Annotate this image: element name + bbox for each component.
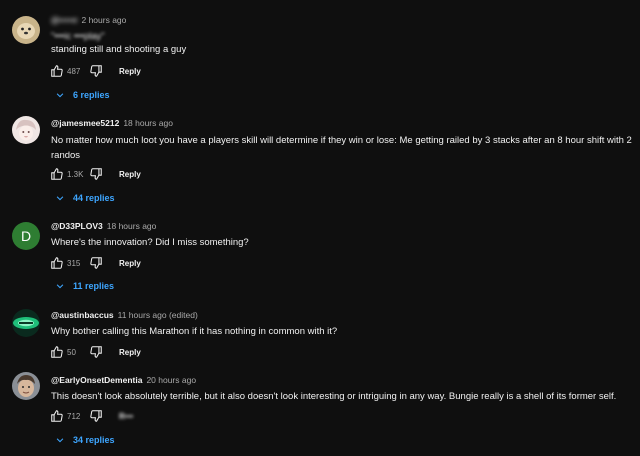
view-replies-button[interactable]: 6 replies [55, 88, 110, 102]
comment-author[interactable]: @D33PLOV3 [51, 221, 103, 231]
replies-count: 6 replies [73, 90, 110, 100]
comment-actions: 50 Reply [50, 345, 141, 359]
reply-button[interactable]: Reply [119, 259, 141, 268]
view-replies-button[interactable]: 11 replies [55, 279, 114, 293]
thumbs-up-icon[interactable] [50, 345, 64, 359]
avatar[interactable] [12, 372, 40, 400]
comment-timestamp[interactable]: 18 hours ago [123, 118, 173, 128]
comment-header: @austinbaccus 11 hours ago (edited) [51, 310, 198, 321]
thumbs-down-icon[interactable] [89, 409, 103, 423]
comment-header: @EarlyOnsetDementia 20 hours ago [51, 375, 196, 386]
chevron-down-icon [56, 438, 64, 443]
comment-timestamp[interactable]: 20 hours ago [146, 375, 196, 385]
comment-line: standing still and shooting a guy [51, 44, 187, 55]
like-count: 315 [67, 258, 81, 268]
replies-count: 44 replies [73, 193, 115, 203]
comment-actions: 487 Reply [50, 64, 141, 78]
chevron-down-icon [56, 93, 64, 98]
comment-timestamp[interactable]: 11 hours ago (edited) [118, 310, 198, 320]
thumbs-up-icon[interactable] [50, 167, 64, 181]
thumbs-down-icon[interactable] [89, 345, 103, 359]
comment-actions: 712 R••• [50, 409, 133, 423]
like-count: 50 [67, 347, 76, 357]
comment-text: No matter how much loot you have a playe… [51, 135, 632, 161]
comment-author[interactable]: @•••••r [51, 15, 77, 25]
comment-author[interactable]: @EarlyOnsetDementia [51, 375, 142, 385]
avatar[interactable] [12, 309, 40, 337]
replies-count: 11 replies [73, 281, 115, 291]
comment-author[interactable]: @jamesmee5212 [51, 118, 119, 128]
comment-actions: 1.3K Reply [50, 167, 141, 181]
thumbs-down-icon[interactable] [89, 64, 103, 78]
comment-text: Where's the innovation? Did I miss somet… [51, 237, 249, 248]
view-replies-button[interactable]: 44 replies [55, 191, 115, 205]
comment-text: This doesn't look absolutely terrible, b… [51, 391, 617, 402]
comment-timestamp[interactable]: 2 hours ago [81, 15, 126, 25]
reply-button[interactable]: Reply [119, 348, 141, 357]
avatar[interactable] [12, 116, 40, 144]
avatar[interactable] [12, 16, 40, 44]
comment-text: Why bother calling this Marathon if it h… [51, 326, 338, 337]
comment-quote: "•••ic •••play" [51, 31, 105, 42]
thumbs-up-icon[interactable] [50, 409, 64, 423]
chevron-down-icon [56, 284, 64, 289]
thumbs-down-icon[interactable] [89, 256, 103, 270]
avatar-letter: D [20, 228, 32, 244]
thumbs-down-icon[interactable] [89, 167, 103, 181]
comment-header: @•••••r 2 hours ago [51, 15, 126, 26]
comment-author[interactable]: @austinbaccus [51, 310, 114, 320]
replies-count: 34 replies [73, 435, 115, 445]
comment-header: @D33PLOV3 18 hours ago [51, 221, 156, 232]
thumbs-up-icon[interactable] [50, 256, 64, 270]
avatar[interactable]: D [12, 222, 40, 250]
chevron-down-icon [56, 196, 64, 201]
reply-button[interactable]: Reply [119, 67, 141, 76]
comment-header: @jamesmee5212 18 hours ago [51, 118, 173, 129]
comment-timestamp[interactable]: 18 hours ago [107, 221, 157, 231]
thumbs-up-icon[interactable] [50, 64, 64, 78]
comment-actions: 315 Reply [50, 256, 141, 270]
comment-text: "•••ic •••play" standing still and shoot… [51, 29, 636, 57]
like-count: 1.3K [67, 169, 84, 179]
reply-button[interactable]: Reply [119, 170, 141, 179]
like-count: 487 [67, 66, 81, 76]
like-count: 712 [67, 411, 81, 421]
reply-button[interactable]: R••• [119, 412, 133, 421]
view-replies-button[interactable]: 34 replies [55, 433, 115, 447]
